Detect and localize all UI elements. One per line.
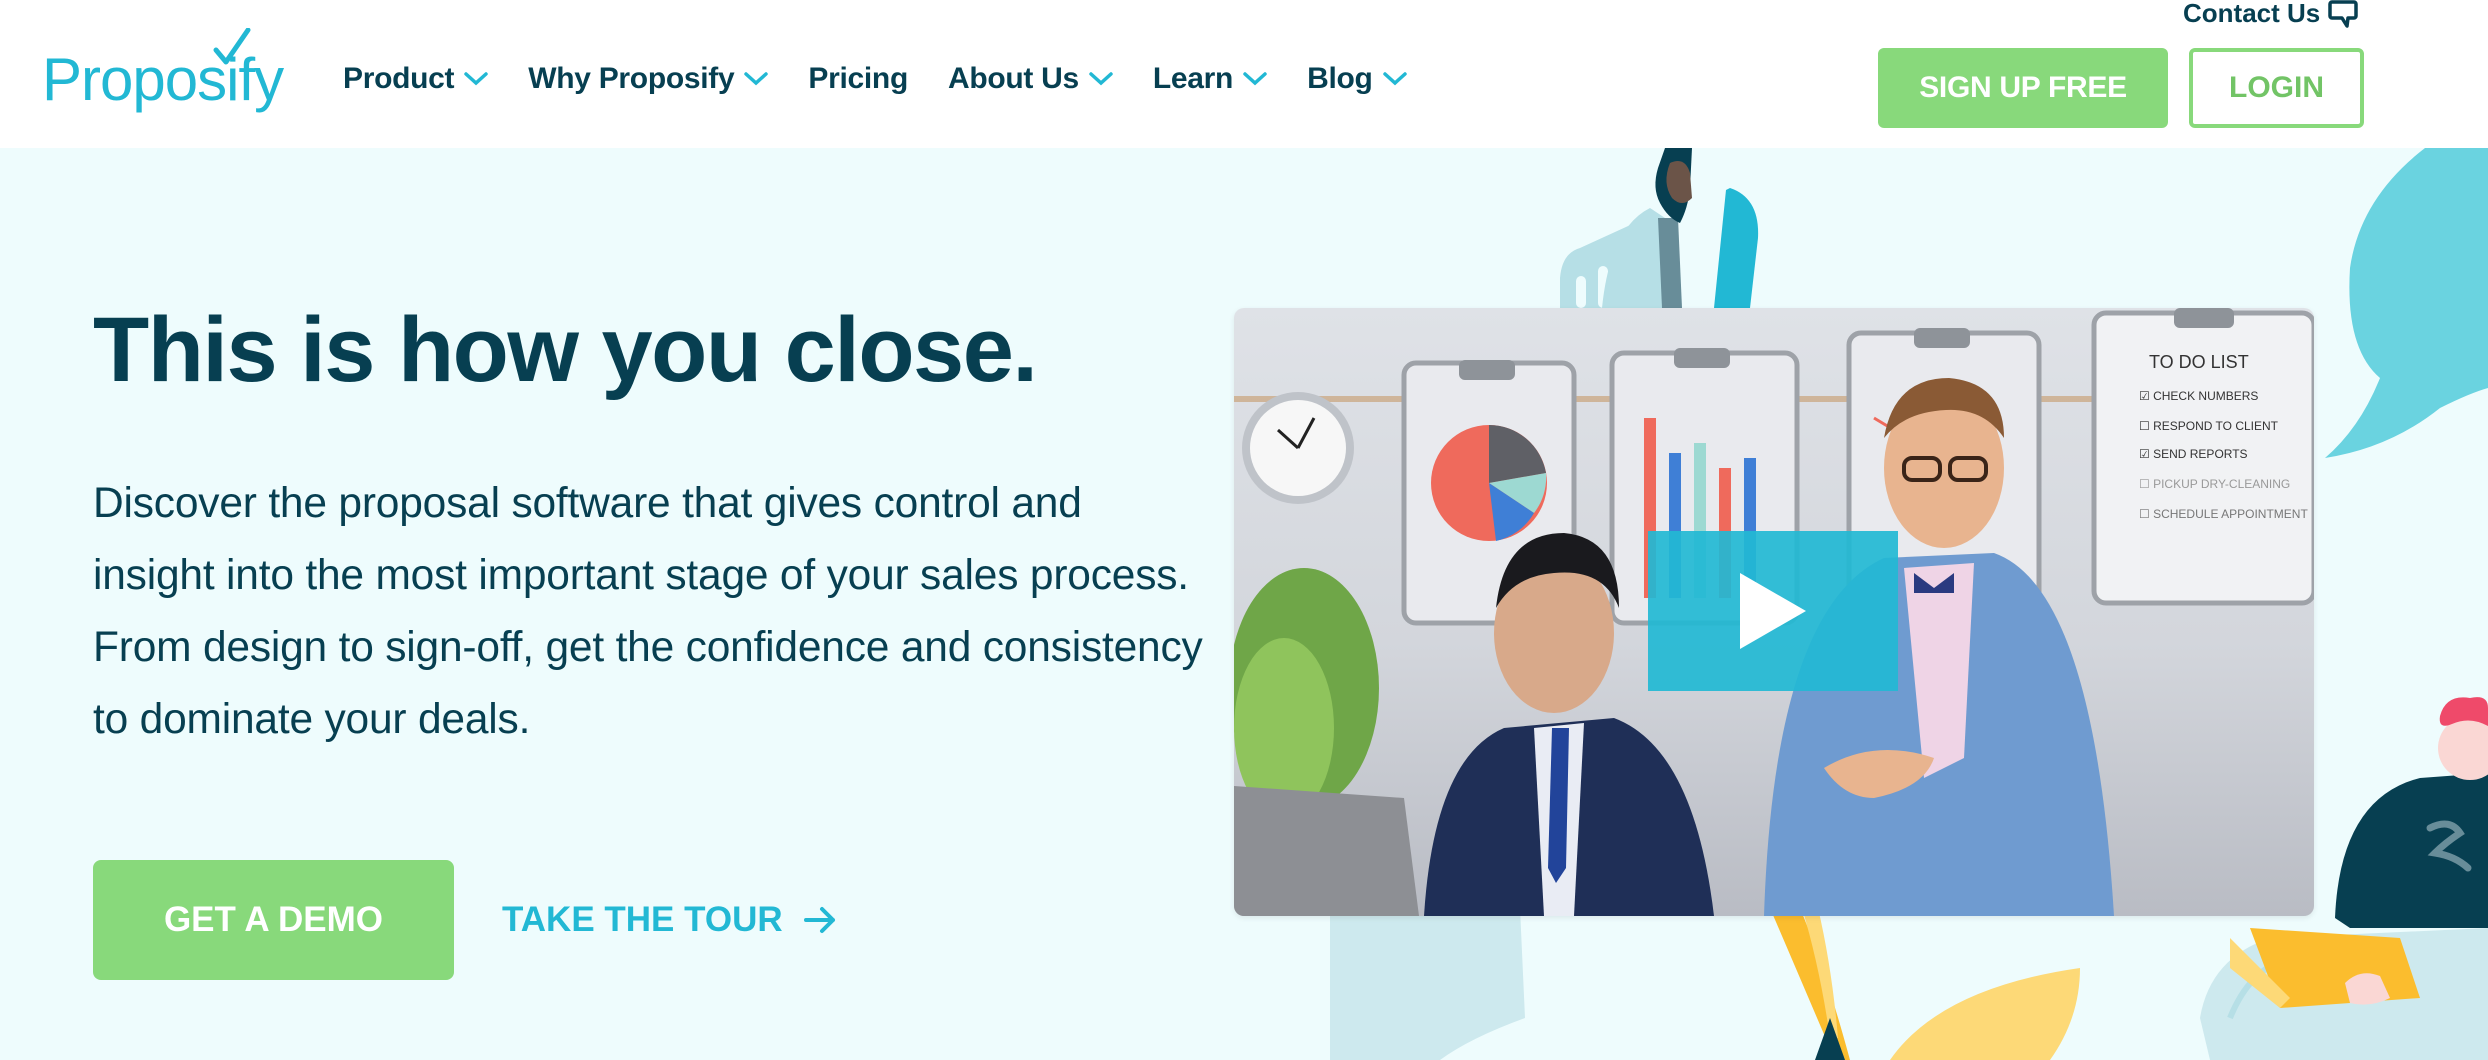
speech-bubble-icon bbox=[2328, 0, 2358, 28]
hero-headline: This is how you close. bbox=[93, 299, 1038, 401]
nav-item-why-proposify[interactable]: Why Proposify bbox=[528, 62, 769, 96]
todo-title: TO DO LIST bbox=[2149, 352, 2249, 372]
hero-section: This is how you close. Discover the prop… bbox=[0, 148, 2488, 1060]
chevron-down-icon bbox=[464, 72, 488, 86]
chevron-down-icon bbox=[1243, 72, 1267, 86]
chevron-down-icon bbox=[744, 72, 769, 86]
main-nav: Product Why Proposify Pricing About Us L… bbox=[343, 62, 1447, 96]
illustration-teal-leaf bbox=[1714, 188, 1759, 308]
todo-item: ☑ SEND REPORTS bbox=[2139, 447, 2248, 461]
nav-item-blog[interactable]: Blog bbox=[1307, 62, 1407, 96]
nav-item-learn[interactable]: Learn bbox=[1153, 62, 1267, 96]
contact-us-label: Contact Us bbox=[2183, 0, 2321, 28]
illustration-speech-bubble bbox=[2325, 148, 2488, 458]
hero-subtext: Discover the proposal software that give… bbox=[93, 480, 1203, 743]
todo-item: ☐ RESPOND TO CLIENT bbox=[2139, 419, 2279, 433]
play-icon bbox=[1740, 573, 1806, 649]
take-the-tour-link[interactable]: TAKE THE TOUR bbox=[502, 890, 837, 950]
todo-item: ☐ SCHEDULE APPOINTMENT bbox=[2139, 507, 2308, 521]
nav-item-label: Why Proposify bbox=[528, 62, 735, 95]
nav-item-label: Pricing bbox=[808, 62, 908, 95]
proposify-logo[interactable]: Proposify bbox=[42, 28, 284, 110]
nav-item-product[interactable]: Product bbox=[343, 62, 488, 96]
nav-item-label: Product bbox=[343, 62, 455, 95]
todo-item: ☐ PICKUP DRY-CLEANING bbox=[2139, 477, 2290, 491]
nav-item-label: About Us bbox=[947, 62, 1079, 95]
take-the-tour-label: TAKE THE TOUR bbox=[502, 900, 783, 939]
chevron-down-icon bbox=[1382, 72, 1407, 86]
nav-item-pricing[interactable]: Pricing bbox=[808, 62, 908, 96]
illustration-plant-leaves bbox=[1770, 908, 2080, 1060]
site-header: Proposify Product Why Proposify Pricing … bbox=[0, 0, 2488, 148]
arrow-right-icon bbox=[803, 907, 835, 933]
nav-item-label: Blog bbox=[1307, 62, 1373, 95]
contact-us-link[interactable]: Contact Us bbox=[2183, 0, 2358, 29]
logo-checkmark-icon bbox=[213, 28, 251, 65]
chevron-down-icon bbox=[1089, 72, 1113, 86]
get-a-demo-button[interactable]: GET A DEMO bbox=[93, 860, 454, 980]
todo-item: ☑ CHECK NUMBERS bbox=[2139, 389, 2258, 403]
nav-item-about-us[interactable]: About Us bbox=[948, 62, 1113, 96]
play-button[interactable] bbox=[1648, 531, 1898, 691]
hero-video[interactable]: TO DO LIST ☑ CHECK NUMBERS ☐ RESPOND TO … bbox=[1234, 308, 2314, 916]
sign-up-free-button[interactable]: SIGN UP FREE bbox=[1878, 48, 2168, 128]
login-button[interactable]: LOGIN bbox=[2189, 48, 2364, 128]
illustration-light-shape bbox=[1330, 908, 1525, 1060]
nav-item-label: Learn bbox=[1152, 62, 1234, 95]
